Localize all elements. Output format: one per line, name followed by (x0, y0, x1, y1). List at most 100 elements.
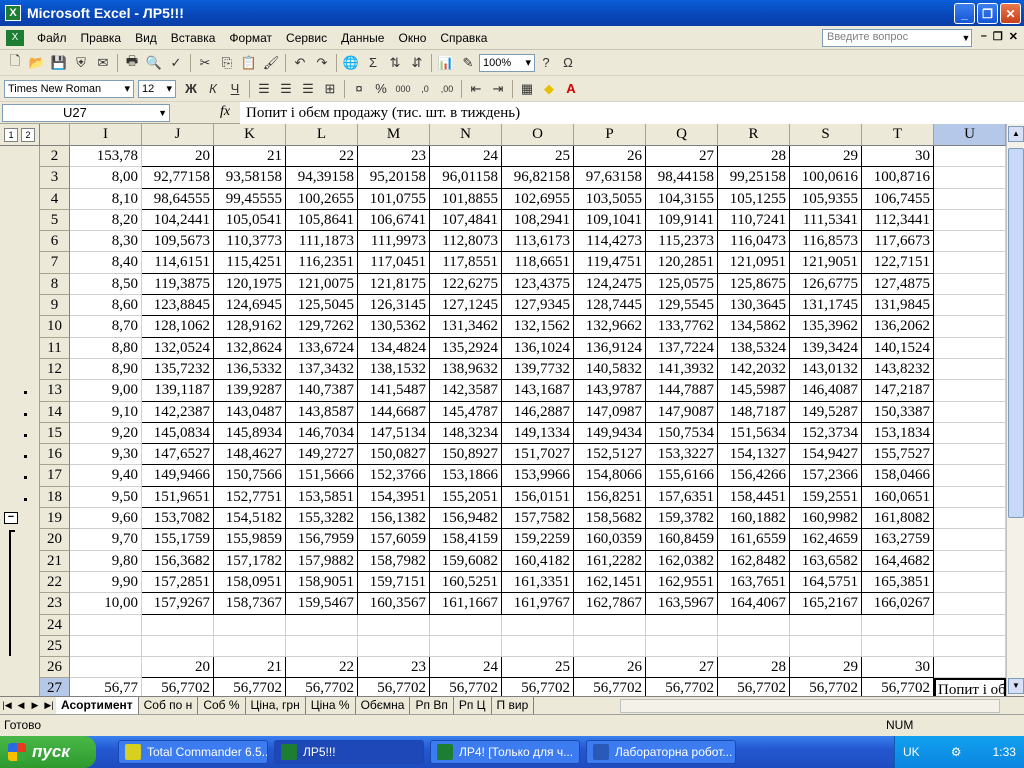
cell[interactable]: 146,2887 (502, 401, 574, 423)
cell[interactable]: 56,7702 (502, 678, 574, 696)
close-button[interactable]: ✕ (1000, 3, 1021, 24)
cell[interactable]: 115,4251 (214, 252, 286, 274)
cell[interactable]: 161,2282 (574, 550, 646, 572)
cell[interactable]: 8,20 (70, 209, 142, 232)
cell[interactable]: 147,0987 (574, 401, 646, 423)
cell[interactable]: 143,0487 (214, 401, 286, 423)
percent-icon[interactable]: % (370, 79, 392, 99)
column-header[interactable]: T (862, 124, 934, 146)
sheet-tab[interactable]: Ціна % (306, 696, 356, 715)
cell[interactable]: 129,5545 (646, 295, 718, 317)
row-header[interactable]: 14 (40, 401, 70, 423)
next-sheet-icon[interactable]: ▶ (28, 700, 42, 711)
row-header[interactable]: 20 (40, 529, 70, 551)
cell[interactable] (934, 167, 1006, 189)
cell[interactable]: 132,0524 (142, 337, 214, 359)
cell[interactable]: 22 (286, 657, 358, 679)
cell[interactable] (934, 380, 1006, 402)
row-header[interactable]: 2 (40, 146, 70, 168)
cell[interactable]: 154,8066 (574, 465, 646, 487)
cell[interactable] (862, 635, 934, 658)
cell[interactable]: 56,7702 (862, 678, 934, 696)
language-indicator[interactable]: UK (903, 745, 920, 759)
horizontal-scrollbar[interactable] (620, 699, 1000, 713)
cell[interactable] (358, 614, 430, 636)
sheet-tab[interactable]: Рп Ц (454, 696, 492, 715)
scroll-up-icon[interactable]: ▲ (1008, 126, 1024, 142)
cell[interactable] (934, 593, 1006, 615)
cell[interactable]: 56,7702 (214, 678, 286, 696)
cell[interactable]: 151,5666 (286, 465, 358, 487)
cell[interactable]: 147,6527 (142, 444, 214, 466)
cell[interactable]: 155,6166 (646, 465, 718, 487)
cell[interactable]: 160,5251 (430, 571, 502, 594)
cell[interactable]: 140,5832 (574, 358, 646, 381)
cell[interactable]: 150,0827 (358, 444, 430, 466)
cell[interactable]: 161,1667 (430, 593, 502, 615)
cell[interactable] (862, 614, 934, 636)
cell[interactable]: 107,4841 (430, 209, 502, 232)
cell[interactable]: 116,2351 (286, 252, 358, 274)
cell[interactable]: 157,2366 (790, 465, 862, 487)
menu-data[interactable]: Данные (334, 31, 391, 45)
cell[interactable]: 9,00 (70, 380, 142, 402)
cut-icon[interactable]: ✂ (194, 53, 216, 73)
cell[interactable]: 26 (574, 657, 646, 679)
cell[interactable]: 9,80 (70, 550, 142, 572)
cell[interactable]: 157,9267 (142, 593, 214, 615)
cell[interactable] (934, 209, 1006, 232)
cell[interactable]: 113,6173 (502, 231, 574, 253)
row-header[interactable]: 12 (40, 358, 70, 381)
cell[interactable]: 159,2259 (502, 529, 574, 551)
cell[interactable]: 142,2387 (142, 401, 214, 423)
cell[interactable]: 8,50 (70, 273, 142, 296)
taskbar-item-word[interactable]: Лабораторна робот... (586, 740, 736, 764)
cell[interactable]: 9,50 (70, 486, 142, 509)
cell[interactable]: 122,6275 (430, 273, 502, 296)
column-header[interactable]: M (358, 124, 430, 146)
cell[interactable]: 158,9051 (286, 571, 358, 594)
sheet-tab[interactable]: Соб по н (139, 696, 199, 715)
print-icon[interactable]: 🖶 (121, 53, 143, 73)
ask-dropdown-icon[interactable]: ▼ (960, 29, 972, 47)
cell[interactable]: 153,5851 (286, 486, 358, 509)
cell[interactable]: 120,1975 (214, 273, 286, 296)
cell[interactable]: 156,1382 (358, 508, 430, 530)
cell[interactable]: 144,7887 (646, 380, 718, 402)
cell[interactable]: 121,9051 (790, 252, 862, 274)
menu-file[interactable]: Файл (30, 31, 74, 45)
taskbar-item-total-commander[interactable]: Total Commander 6.5... (118, 740, 268, 764)
cell[interactable] (718, 614, 790, 636)
doc-close-icon[interactable]: ✕ (1009, 30, 1018, 43)
cell[interactable]: 21 (214, 657, 286, 679)
cell[interactable] (646, 635, 718, 658)
cell[interactable]: 9,20 (70, 422, 142, 445)
cell[interactable]: 159,2551 (790, 486, 862, 509)
cell[interactable]: 121,8175 (358, 273, 430, 296)
start-button[interactable]: пуск (0, 736, 96, 768)
cell[interactable]: 125,5045 (286, 295, 358, 317)
workbook-icon[interactable]: X (6, 29, 24, 46)
cell[interactable]: 141,5487 (358, 380, 430, 402)
cell[interactable] (934, 614, 1006, 636)
cell[interactable]: 154,1327 (718, 444, 790, 466)
cell[interactable]: 135,3962 (790, 316, 862, 338)
cell[interactable]: 56,7702 (358, 678, 430, 696)
cell[interactable]: 141,3932 (646, 358, 718, 381)
cell[interactable]: 149,5287 (790, 401, 862, 423)
cell[interactable]: 145,0834 (142, 422, 214, 445)
cell[interactable]: 8,60 (70, 295, 142, 317)
cell[interactable]: 28 (718, 657, 790, 679)
hyperlink-icon[interactable]: 🌐 (340, 53, 362, 73)
cell[interactable] (358, 635, 430, 658)
cell[interactable]: 128,9162 (214, 316, 286, 338)
column-header[interactable]: P (574, 124, 646, 146)
row-header[interactable]: 22 (40, 571, 70, 594)
cell[interactable]: 157,1782 (214, 550, 286, 572)
cell[interactable]: 110,3773 (214, 231, 286, 253)
cell[interactable]: 158,0466 (862, 465, 934, 487)
cell[interactable]: 104,3155 (646, 188, 718, 210)
cell[interactable]: 148,4627 (214, 444, 286, 466)
cell[interactable]: 102,6955 (502, 188, 574, 210)
cell[interactable]: 104,2441 (142, 209, 214, 232)
